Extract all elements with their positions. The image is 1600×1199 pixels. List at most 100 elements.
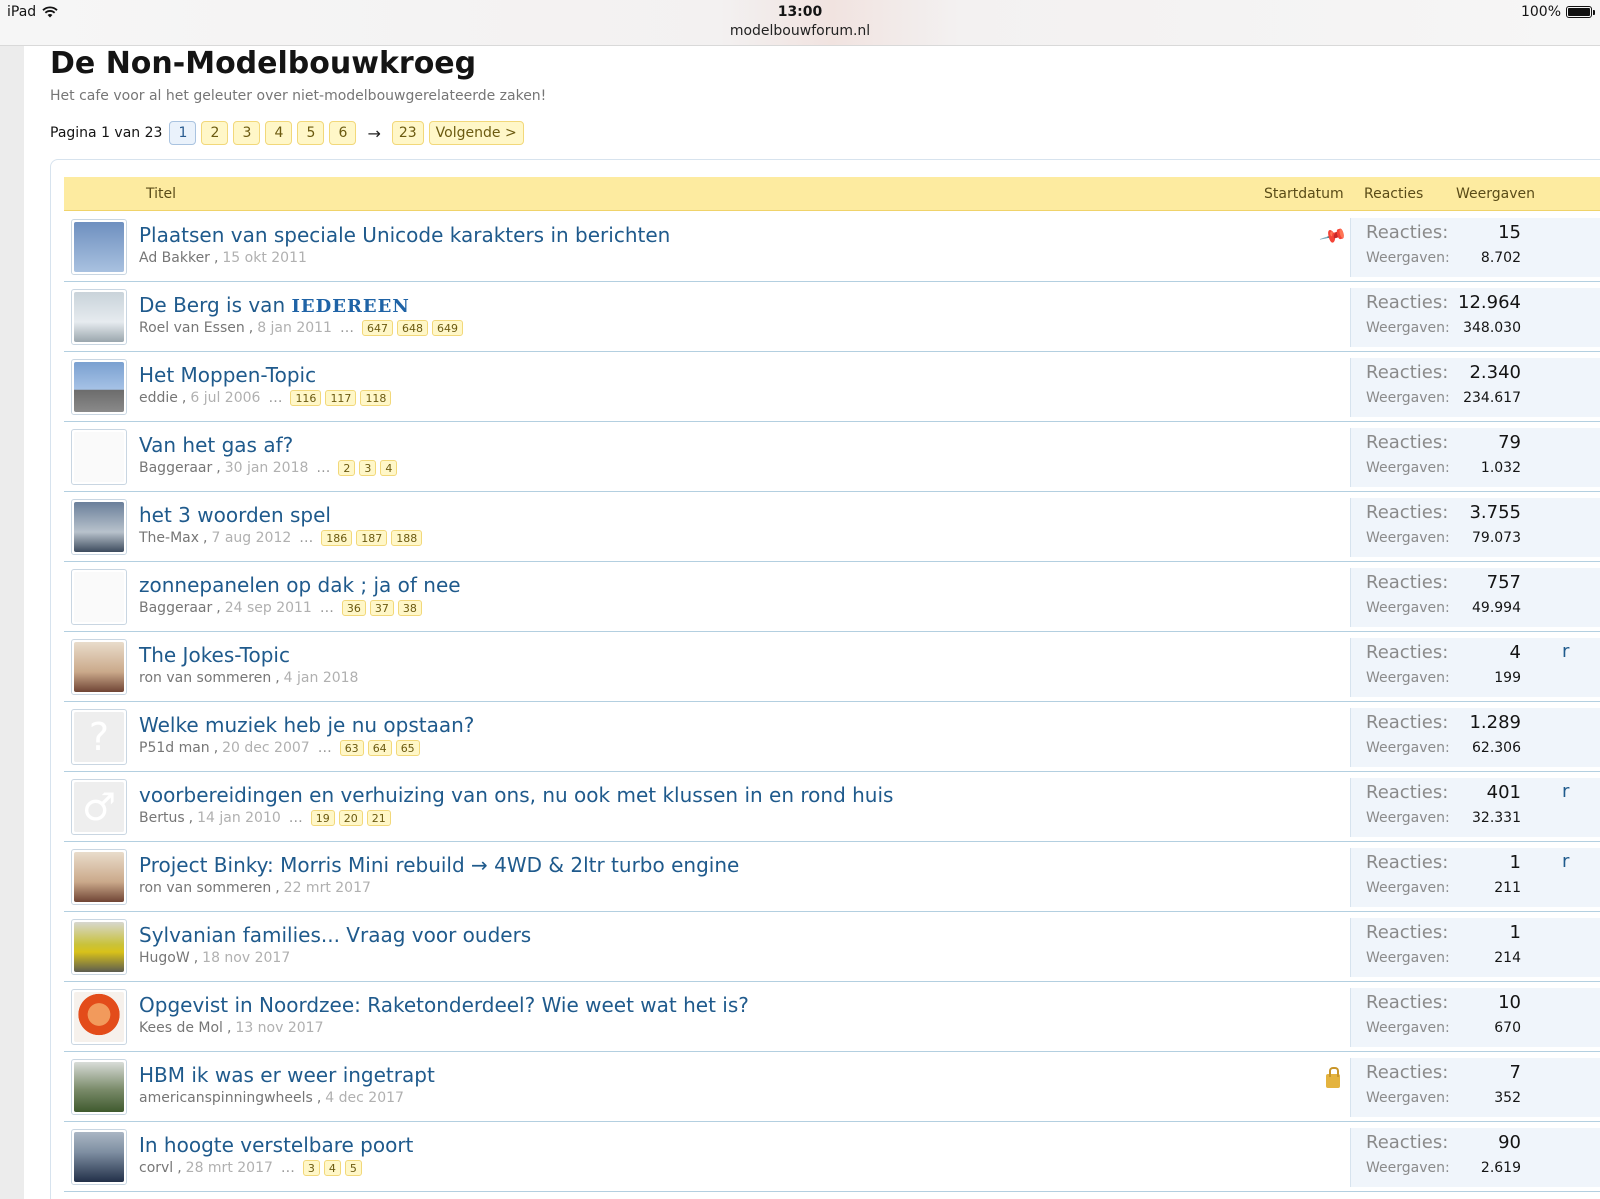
thread-title-link[interactable]: het 3 woorden spel — [139, 503, 331, 527]
thread-row[interactable]: ? Welke muziek heb je nu opstaan? P51d m… — [64, 702, 1600, 772]
thread-row[interactable]: Project Binky: Morris Mini rebuild → 4WD… — [64, 842, 1600, 912]
page-link-1[interactable]: 1 — [169, 121, 197, 145]
thread-page-link[interactable]: 20 — [338, 810, 363, 826]
page-link-2[interactable]: 2 — [201, 121, 229, 145]
thread-row[interactable]: Opgevist in Noordzee: Raketonderdeel? Wi… — [64, 982, 1600, 1052]
next-page-button[interactable]: Volgende > — [428, 121, 524, 145]
thread-author[interactable]: P51d man — [139, 740, 210, 756]
thread-author[interactable]: HugoW — [139, 950, 190, 966]
author-avatar[interactable] — [71, 499, 127, 555]
author-avatar[interactable] — [71, 1129, 127, 1185]
thread-row[interactable]: Het Moppen-Topic eddie, 6 jul 2006 … 116 1… — [64, 352, 1600, 422]
author-avatar[interactable]: ? — [71, 709, 127, 765]
thread-author[interactable]: Roel van Essen — [139, 320, 245, 336]
thread-title-link[interactable]: Het Moppen-Topic — [139, 363, 316, 387]
thread-row[interactable]: ♂ voorbereidingen en verhuizing van ons,… — [64, 772, 1600, 842]
thread-page-link[interactable]: 187 — [356, 530, 388, 546]
thread-page-link[interactable]: 19 — [310, 810, 335, 826]
thread-page-link[interactable]: 65 — [395, 740, 420, 756]
thread-page-link[interactable]: 116 — [290, 390, 322, 406]
thread-title-link[interactable]: In hoogte verstelbare poort — [139, 1133, 413, 1157]
address-bar[interactable]: modelbouwforum.nl — [0, 23, 1600, 39]
thread-page-link[interactable]: 37 — [369, 600, 394, 616]
last-post-cutoff[interactable]: r — [1562, 781, 1569, 802]
thread-title-link[interactable]: zonnepanelen op dak ; ja of nee — [139, 573, 461, 597]
page-link-5[interactable]: 5 — [297, 121, 325, 145]
thread-page-link[interactable]: 3 — [359, 460, 377, 476]
author-avatar[interactable] — [71, 569, 127, 625]
thread-row[interactable]: zonnepanelen op dak ; ja of nee Baggeraa… — [64, 562, 1600, 632]
thread-page-link[interactable]: 188 — [391, 530, 423, 546]
thread-author[interactable]: corvl — [139, 1160, 173, 1176]
thread-title-link[interactable]: voorbereidingen en verhuizing van ons, n… — [139, 783, 893, 807]
thread-row[interactable]: Van het gas af? Baggeraar, 30 jan 2018 …… — [64, 422, 1600, 492]
thread-title-link[interactable]: Opgevist in Noordzee: Raketonderdeel? Wi… — [139, 993, 749, 1017]
thread-page-link[interactable]: 2 — [338, 460, 356, 476]
thread-row[interactable]: The Jokes-Topic ron van sommeren, 4 jan … — [64, 632, 1600, 702]
thread-title-link[interactable]: Sylvanian families... Vraag voor ouders — [139, 923, 531, 947]
thread-page-link[interactable]: 186 — [321, 530, 353, 546]
thread-page-link[interactable]: 117 — [325, 390, 357, 406]
thread-author[interactable]: Baggeraar — [139, 600, 212, 616]
thread-page-link[interactable]: 649 — [431, 320, 463, 336]
thread-page-link[interactable]: 38 — [397, 600, 422, 616]
thread-page-link[interactable]: 118 — [360, 390, 392, 406]
thread-row[interactable]: In hoogte verstelbare poort corvl, 28 mr… — [64, 1122, 1600, 1192]
author-avatar[interactable] — [71, 849, 127, 905]
page-link-6[interactable]: 6 — [329, 121, 357, 145]
thread-row[interactable]: het 3 woorden spel The-Max, 7 aug 2012 …… — [64, 492, 1600, 562]
thread-title-link[interactable]: De Berg is van IEDEREEN — [139, 293, 410, 317]
views-count: 8.702 — [1480, 250, 1521, 266]
last-post-cutoff[interactable]: r — [1562, 851, 1569, 872]
sort-by-start-date[interactable]: Startdatum — [1264, 186, 1344, 202]
sort-by-title[interactable]: Titel — [146, 186, 176, 202]
thread-row[interactable]: HBM ik was er weer ingetrapt americanspi… — [64, 1052, 1600, 1122]
thread-page-link[interactable]: 648 — [396, 320, 428, 336]
author-avatar[interactable] — [71, 429, 127, 485]
sort-by-views[interactable]: Weergaven — [1456, 186, 1535, 202]
author-avatar[interactable] — [71, 219, 127, 275]
thread-page-link[interactable]: 5 — [344, 1160, 362, 1176]
thread-list-header: Titel Startdatum Reacties Weergaven — [64, 177, 1600, 211]
thread-row[interactable]: Plaatsen van speciale Unicode karakters … — [64, 212, 1600, 282]
thread-author[interactable]: ron van sommeren — [139, 670, 271, 686]
thread-page-link[interactable]: 21 — [366, 810, 391, 826]
thread-title-link[interactable]: The Jokes-Topic — [139, 643, 290, 667]
author-avatar[interactable]: ♂ — [71, 779, 127, 835]
author-avatar[interactable] — [71, 919, 127, 975]
thread-author[interactable]: Ad Bakker — [139, 250, 210, 266]
pagination-label: Pagina 1 van 23 — [50, 125, 163, 141]
page-link-3[interactable]: 3 — [233, 121, 261, 145]
thread-page-link[interactable]: 4 — [380, 460, 398, 476]
author-avatar[interactable] — [71, 639, 127, 695]
thread-title-link[interactable]: Project Binky: Morris Mini rebuild → 4WD… — [139, 853, 739, 877]
thread-author[interactable]: Bertus — [139, 810, 185, 826]
sort-by-replies[interactable]: Reacties — [1364, 186, 1423, 202]
thread-row[interactable]: Sylvanian families... Vraag voor ouders … — [64, 912, 1600, 982]
thread-title-link[interactable]: Welke muziek heb je nu opstaan? — [139, 713, 474, 737]
thread-author[interactable]: ron van sommeren — [139, 880, 271, 896]
views-label: Weergaven: — [1366, 810, 1450, 826]
thread-author[interactable]: americanspinningwheels — [139, 1090, 313, 1106]
thread-row[interactable]: De Berg is van IEDEREEN Roel van Essen, … — [64, 282, 1600, 352]
thread-page-link[interactable]: 647 — [361, 320, 393, 336]
last-post-cutoff[interactable]: r — [1562, 641, 1569, 662]
page-link-4[interactable]: 4 — [265, 121, 293, 145]
thread-page-link[interactable]: 64 — [367, 740, 392, 756]
author-avatar[interactable] — [71, 289, 127, 345]
thread-author[interactable]: eddie — [139, 390, 178, 406]
thread-title-link[interactable]: HBM ik was er weer ingetrapt — [139, 1063, 435, 1087]
author-avatar[interactable] — [71, 989, 127, 1045]
thread-author[interactable]: Kees de Mol — [139, 1020, 223, 1036]
author-avatar[interactable] — [71, 359, 127, 415]
thread-title-link[interactable]: Van het gas af? — [139, 433, 293, 457]
thread-page-link[interactable]: 36 — [341, 600, 366, 616]
thread-author[interactable]: Baggeraar — [139, 460, 212, 476]
author-avatar[interactable] — [71, 1059, 127, 1115]
thread-page-link[interactable]: 63 — [339, 740, 364, 756]
thread-title-link[interactable]: Plaatsen van speciale Unicode karakters … — [139, 223, 670, 247]
page-link-last[interactable]: 23 — [391, 121, 424, 145]
thread-page-link[interactable]: 4 — [323, 1160, 341, 1176]
thread-author[interactable]: The-Max — [139, 530, 199, 546]
thread-page-link[interactable]: 3 — [302, 1160, 320, 1176]
